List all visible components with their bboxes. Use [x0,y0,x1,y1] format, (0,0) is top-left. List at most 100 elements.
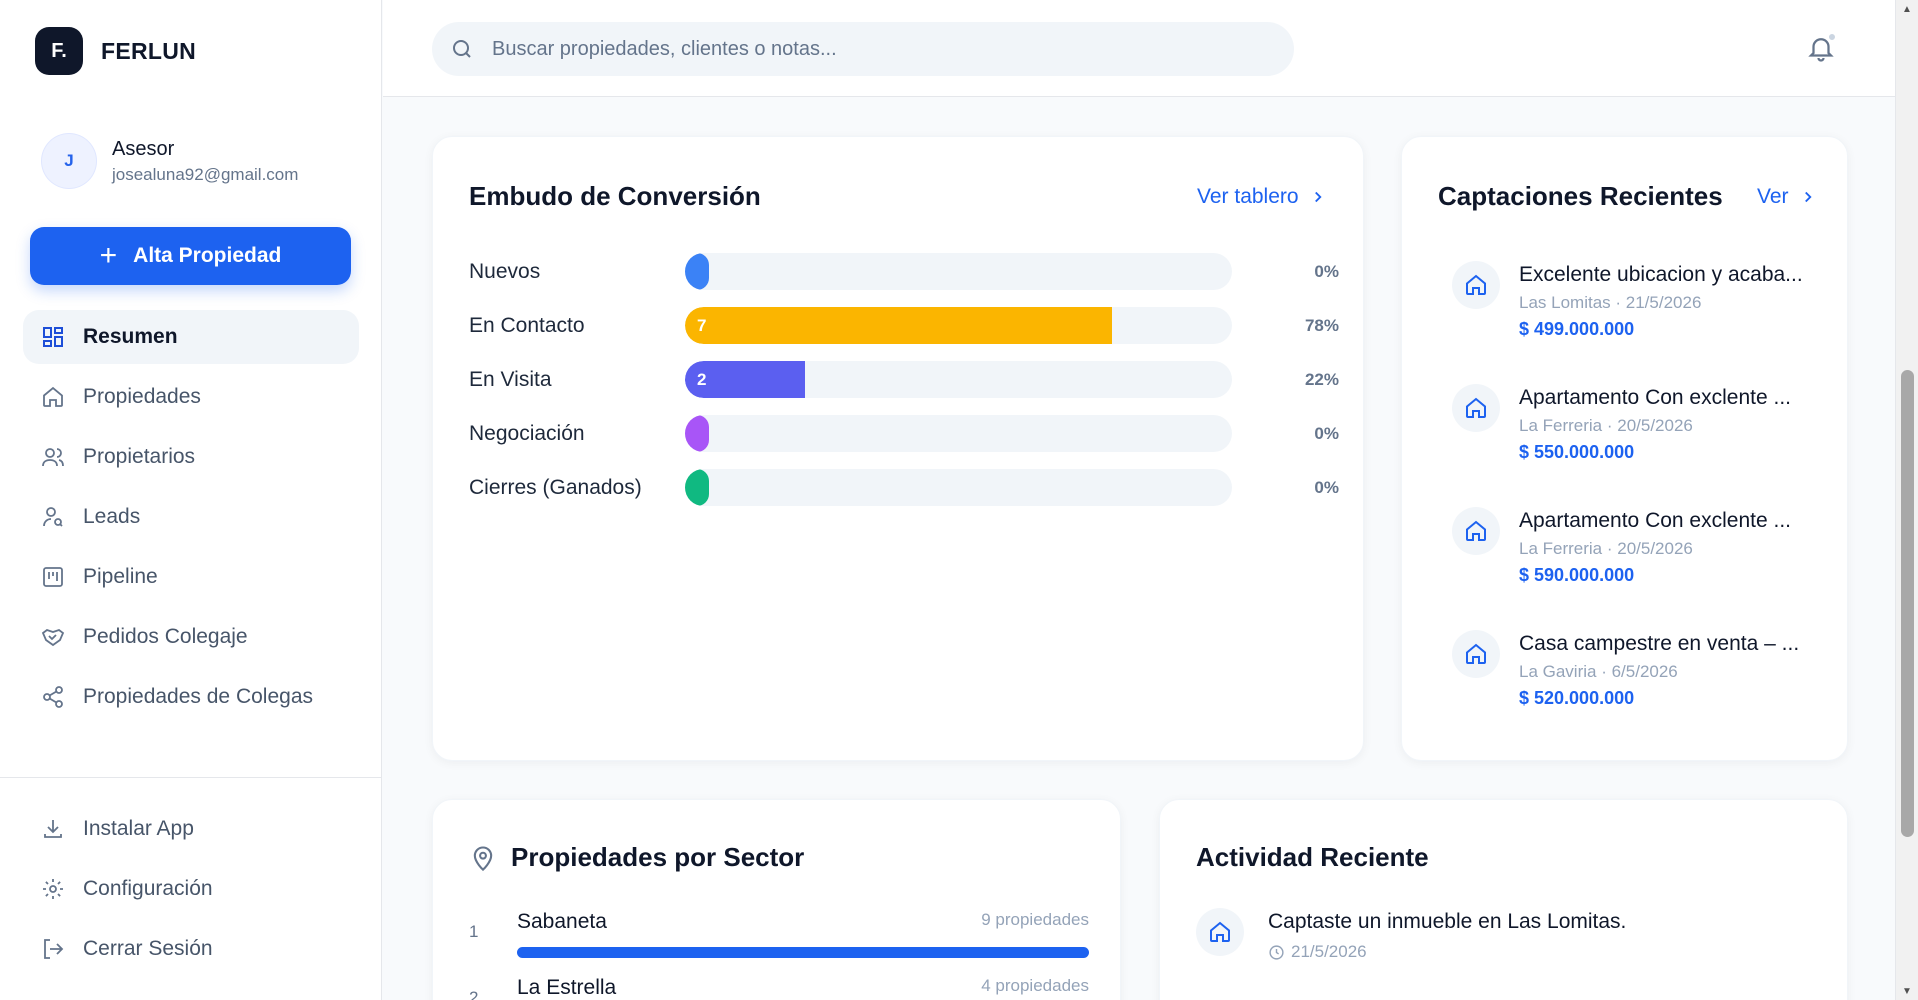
captacion-item[interactable]: Excelente ubicacion y acaba... Las Lomita… [1452,261,1832,357]
funnel-stage-count: 7 [697,315,707,335]
search-icon [453,40,471,58]
captacion-price: $ 520.000.000 [1519,688,1635,708]
search-bar[interactable] [432,22,1294,76]
funnel-stage-row[interactable]: Negociación 0% [469,415,1339,453]
captacion-item[interactable]: Apartamento Con exclente ... La Ferreria … [1452,507,1832,603]
sidebar-item-propietarios[interactable]: Propietarios [23,430,359,484]
sidebar-item-propiedades-colegas[interactable]: Propiedades de Colegas [23,670,359,724]
funnel-stage-label: Cierres (Ganados) [469,476,642,499]
activity-date-text: 21/5/2026 [1291,942,1367,961]
funnel-stage-percent: 78% [1304,316,1339,335]
funnel-bar-track [685,469,1232,506]
sidebar-nav: Resumen Propiedades Propietarios Leads P… [23,310,359,730]
sidebar-item-label: Resumen [83,325,178,348]
captacion-icon [1452,261,1500,309]
sidebar-item-label: Propiedades [83,385,201,408]
home-icon [1466,643,1486,664]
sector-name: Sabaneta [517,910,607,933]
notifications-button[interactable] [1806,33,1836,63]
funnel-title: Embudo de Conversión [469,181,761,211]
actividad-title: Actividad Reciente [1196,842,1429,872]
grid-icon [43,327,63,347]
captacion-title: Casa campestre en venta – ... [1519,632,1800,655]
activity-date: 21/5/2026 [1268,942,1367,962]
captacion-price: $ 499.000.000 [1519,319,1635,339]
sidebar: F. FERLUN J Asesor josealuna92@gmail.com… [0,0,382,1000]
sidebar-item-label: Pipeline [83,565,158,588]
captacion-title: Apartamento Con exclente ... [1519,509,1791,532]
sidebar-bottom-nav: Instalar App Configuración Cerrar Sesión [23,802,359,982]
funnel-stage-row[interactable]: En Visita 2 22% [469,361,1339,399]
funnel-bar-fill: 2 [685,361,805,398]
funnel-stage-label: En Contacto [469,314,585,337]
ver-captaciones-link[interactable]: Ver [1757,185,1817,209]
funnel-stage-row[interactable]: En Contacto 7 78% [469,307,1339,345]
home-icon [43,386,63,407]
funnel-bar-track: 2 [685,361,1232,398]
download-icon [44,820,62,838]
search-input[interactable] [492,37,1252,61]
sector-rank: 1 [469,922,479,941]
funnel-stage-row[interactable]: Nuevos 0% [469,253,1339,291]
page-scrollbar[interactable]: ▲ ▼ [1895,0,1918,1000]
captacion-item[interactable]: Apartamento Con exclente ... La Ferreria … [1452,384,1832,480]
sector-count: 9 propiedades [981,910,1089,929]
funnel-bar-track: 7 [685,307,1232,344]
gear-icon [43,879,63,899]
captacion-price: $ 550.000.000 [1519,442,1635,462]
captacion-title: Apartamento Con exclente ... [1519,386,1791,409]
ver-tablero-link[interactable]: Ver tablero [1197,185,1327,209]
scroll-down-arrow-icon[interactable]: ▼ [1896,982,1918,1000]
ver-tablero-label: Ver tablero [1197,185,1299,208]
funnel-card: Embudo de Conversión Ver tablero Nuevos 0… [432,136,1364,761]
funnel-bar-fill [685,253,709,290]
clock-icon [1269,944,1284,960]
brand-logo: F. [35,27,83,75]
sidebar-item-pedidos-colegaje[interactable]: Pedidos Colegaje [23,610,359,664]
sidebar-item-instalar-app[interactable]: Instalar App [23,802,359,856]
captaciones-card: Captaciones Recientes Ver Excelente ubic… [1401,136,1848,761]
funnel-stage-row[interactable]: Cierres (Ganados) 0% [469,469,1339,507]
share-icon [43,686,63,708]
funnel-bar-fill: 7 [685,307,1112,344]
handshake-icon [41,628,65,647]
sidebar-item-pipeline[interactable]: Pipeline [23,550,359,604]
scroll-up-arrow-icon[interactable]: ▲ [1896,0,1918,18]
sector-count: 4 propiedades [981,976,1089,995]
sidebar-item-configuracion[interactable]: Configuración [23,862,359,916]
scrollbar-thumb[interactable] [1901,370,1914,837]
sector-row[interactable]: 2 La Estrella 4 propiedades [469,976,1089,1000]
captacion-item[interactable]: Casa campestre en venta – ... La Gaviria … [1452,630,1832,726]
sector-name: La Estrella [517,976,617,999]
avatar: J [42,134,96,188]
captacion-title: Excelente ubicacion y acaba... [1519,263,1803,286]
alta-propiedad-button[interactable]: + Alta Propiedad [30,227,351,285]
chevron-right-icon [1314,191,1322,203]
sidebar-divider [0,777,382,778]
funnel-stage-label: En Visita [469,368,552,391]
sidebar-item-label: Cerrar Sesión [83,937,213,960]
funnel-stage-label: Negociación [469,422,585,445]
sector-card: Propiedades por Sector 1 Sabaneta 9 propie… [432,799,1121,1000]
sidebar-item-propiedades[interactable]: Propiedades [23,370,359,424]
notification-dot [1828,33,1836,41]
funnel-stage-percent: 22% [1304,370,1339,389]
sidebar-item-leads[interactable]: Leads [23,490,359,544]
kanban-icon [43,567,63,587]
home-icon [1210,921,1230,942]
sidebar-item-label: Propietarios [83,445,196,468]
sidebar-item-cerrar-sesion[interactable]: Cerrar Sesión [23,922,359,976]
brand[interactable]: F. FERLUN [35,27,196,75]
user-profile[interactable]: J Asesor josealuna92@gmail.com [42,134,298,188]
home-icon [1466,397,1486,418]
home-icon [1466,274,1486,295]
funnel-stage-percent: 0% [1314,424,1339,443]
funnel-bar-track [685,415,1232,452]
sidebar-item-resumen[interactable]: Resumen [23,310,359,364]
home-icon [1466,520,1486,541]
user-email: josealuna92@gmail.com [112,164,299,184]
sector-row[interactable]: 1 Sabaneta 9 propiedades [469,910,1089,970]
logout-icon [44,939,64,959]
captacion-meta: Las Lomitas · 21/5/2026 [1519,293,1702,312]
sidebar-item-label: Propiedades de Colegas [83,685,313,708]
